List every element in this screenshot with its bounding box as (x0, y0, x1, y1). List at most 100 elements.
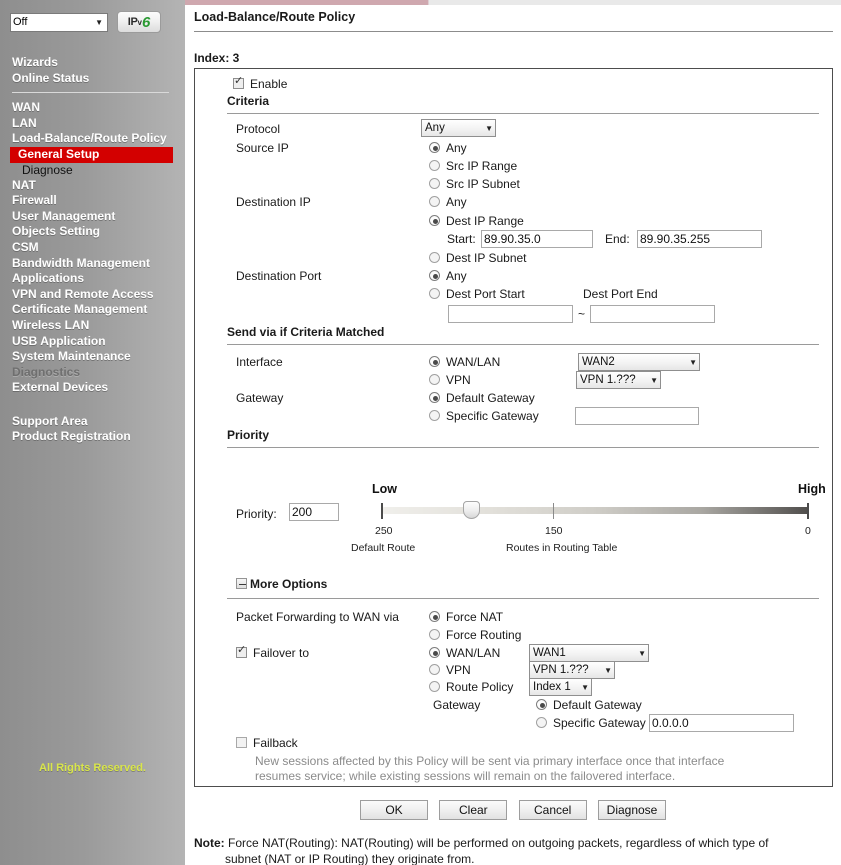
failover-gateway-default-row[interactable]: Default Gateway (536, 698, 642, 712)
enable-checkbox-row[interactable]: Enable (233, 76, 287, 91)
interface-vpn-radio[interactable] (429, 374, 440, 385)
ok-button[interactable]: OK (359, 800, 428, 820)
gateway-specific-radio[interactable] (429, 410, 440, 421)
force-nat-row[interactable]: Force NAT (429, 610, 503, 624)
priority-slider-thumb[interactable] (463, 501, 480, 519)
destination-port-start-radio[interactable] (429, 288, 440, 299)
protocol-select[interactable]: Any ▼ (421, 119, 496, 137)
destination-ip-subnet-row[interactable]: Dest IP Subnet (429, 251, 527, 265)
priority-high-label: High (798, 482, 826, 496)
sidebar-item-diagnostics[interactable]: Diagnostics (12, 365, 177, 381)
sidebar-item-bandwidth-management[interactable]: Bandwidth Management (12, 256, 177, 272)
failover-gateway-specific-input[interactable]: 0.0.0.0 (649, 714, 794, 732)
gateway-specific-row[interactable]: Specific Gateway (429, 409, 539, 423)
sidebar-item-certificate-management[interactable]: Certificate Management (12, 302, 177, 318)
failover-route-policy-radio[interactable] (429, 681, 440, 692)
interface-wanlan-row[interactable]: WAN/LAN (429, 355, 500, 369)
destination-port-any-radio[interactable] (429, 270, 440, 281)
sidebar-item-general-setup[interactable]: General Setup (10, 146, 173, 163)
failover-checkbox-row[interactable]: Failover to (236, 645, 309, 660)
sidebar-item-firewall[interactable]: Firewall (12, 193, 177, 209)
destination-port-any-row[interactable]: Any (429, 269, 467, 283)
interface-vpn-select[interactable]: VPN 1.??? ▼ (576, 371, 661, 389)
failback-checkbox-row[interactable]: Failback (236, 736, 298, 750)
destination-ip-range-row[interactable]: Dest IP Range (429, 214, 524, 228)
source-ip-subnet-radio[interactable] (429, 178, 440, 189)
clear-button[interactable]: Clear (439, 800, 508, 820)
failover-wanlan-row[interactable]: WAN/LAN (429, 646, 500, 660)
sidebar-item-support-area[interactable]: Support Area (12, 414, 177, 430)
cancel-button[interactable]: Cancel (518, 800, 587, 820)
sidebar-item-lan[interactable]: LAN (12, 116, 177, 132)
failover-gateway-specific-radio[interactable] (536, 717, 547, 728)
failover-gateway-specific-row[interactable]: Specific Gateway (536, 716, 646, 730)
failover-route-policy-select[interactable]: Index 1 ▼ (529, 678, 592, 696)
more-options-toggle[interactable]: More Options (236, 577, 327, 591)
sidebar-item-vpn-and-remote-access[interactable]: VPN and Remote Access (12, 287, 177, 303)
priority-heading: Priority (227, 428, 270, 442)
collapse-minus-icon[interactable] (236, 578, 247, 589)
sidebar-item-wireless-lan[interactable]: Wireless LAN (12, 318, 177, 334)
force-routing-radio[interactable] (429, 629, 440, 640)
source-ip-subnet-label: Src IP Subnet (446, 177, 520, 191)
destination-ip-subnet-radio[interactable] (429, 252, 440, 263)
sidebar-item-applications[interactable]: Applications (12, 271, 177, 287)
interface-wan-select[interactable]: WAN2 ▼ (578, 353, 700, 371)
source-ip-any-row[interactable]: Any (429, 141, 467, 155)
destination-ip-range-radio[interactable] (429, 215, 440, 226)
sidebar-item-csm[interactable]: CSM (12, 240, 177, 256)
sidebar-item-load-balance-route-policy[interactable]: Load-Balance/Route Policy (12, 131, 177, 147)
chevron-down-icon: ▼ (650, 375, 658, 385)
sidebar-item-wizards[interactable]: Wizards (12, 55, 177, 71)
destination-ip-any-row[interactable]: Any (429, 195, 467, 209)
failback-checkbox[interactable] (236, 737, 247, 748)
dest-end-input[interactable]: 89.90.35.255 (637, 230, 762, 248)
failover-vpn-radio[interactable] (429, 664, 440, 675)
chevron-down-icon: ▼ (581, 682, 589, 692)
source-ip-subnet-row[interactable]: Src IP Subnet (429, 177, 520, 191)
failover-gateway-default-radio[interactable] (536, 699, 547, 710)
sidebar-item-wan[interactable]: WAN (12, 100, 177, 116)
failover-vpn-row[interactable]: VPN (429, 663, 471, 677)
priority-input[interactable]: 200 (289, 503, 339, 521)
source-ip-range-row[interactable]: Src IP Range (429, 159, 517, 173)
index-label: Index: 3 (194, 51, 240, 65)
diagnose-button[interactable]: Diagnose (598, 800, 667, 820)
interface-wanlan-radio[interactable] (429, 356, 440, 367)
destination-port-start-input[interactable] (448, 305, 573, 323)
ipv6-logo-button[interactable]: IP v 6 (117, 11, 161, 33)
sidebar-item-objects-setting[interactable]: Objects Setting (12, 224, 177, 240)
interface-vpn-row[interactable]: VPN (429, 373, 471, 387)
sidebar-item-user-management[interactable]: User Management (12, 209, 177, 225)
gateway-default-row[interactable]: Default Gateway (429, 391, 535, 405)
sidebar-item-system-maintenance[interactable]: System Maintenance (12, 349, 177, 365)
sidebar-item-usb-application[interactable]: USB Application (12, 334, 177, 350)
sidebar-item-external-devices[interactable]: External Devices (12, 380, 177, 396)
source-ip-range-radio[interactable] (429, 160, 440, 171)
destination-port-start-row[interactable]: Dest Port Start (429, 287, 525, 301)
destination-ip-any-radio[interactable] (429, 196, 440, 207)
failover-gateway-label: Gateway (433, 698, 481, 712)
gateway-specific-input[interactable] (575, 407, 699, 425)
force-nat-radio[interactable] (429, 611, 440, 622)
ipv6-mode-select[interactable]: Off ▼ (10, 12, 108, 32)
protocol-value: Any (425, 122, 445, 134)
gateway-default-radio[interactable] (429, 392, 440, 403)
force-routing-row[interactable]: Force Routing (429, 628, 521, 642)
failover-route-policy-row[interactable]: Route Policy (429, 680, 513, 694)
more-options-label: More Options (250, 577, 328, 591)
sidebar-item-diagnose[interactable]: Diagnose (12, 163, 177, 178)
source-ip-any-radio[interactable] (429, 142, 440, 153)
failover-wanlan-radio[interactable] (429, 647, 440, 658)
enable-checkbox[interactable] (233, 76, 244, 89)
failover-checkbox[interactable] (236, 645, 247, 658)
priority-slider-track[interactable] (383, 507, 808, 514)
failover-vpn-select[interactable]: VPN 1.??? ▼ (529, 661, 615, 679)
failover-wan-select[interactable]: WAN1 ▼ (529, 644, 649, 662)
sidebar-item-nat[interactable]: NAT (12, 178, 177, 194)
sidebar-item-product-registration[interactable]: Product Registration (12, 429, 177, 445)
dest-start-input[interactable]: 89.90.35.0 (481, 230, 593, 248)
sidebar-item-online-status[interactable]: Online Status (12, 71, 177, 87)
destination-port-end-input[interactable] (590, 305, 715, 323)
